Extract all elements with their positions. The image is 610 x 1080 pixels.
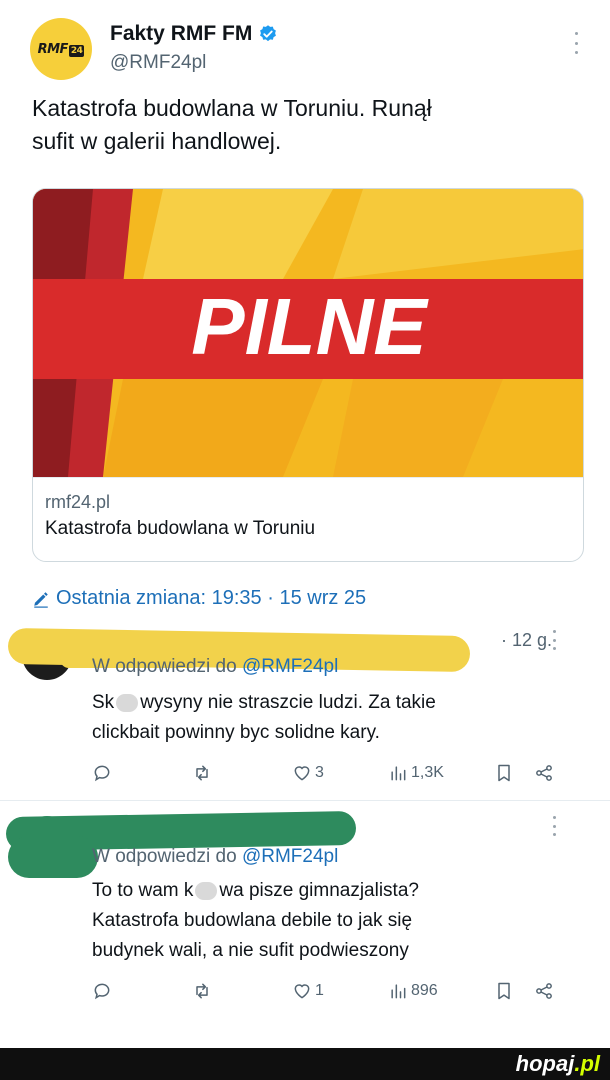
replying-to: W odpowiedzi do @RMF24pl — [92, 656, 339, 677]
like-count: 3 — [315, 764, 324, 781]
like-button[interactable]: 1 — [292, 976, 324, 1006]
heart-icon — [294, 984, 310, 999]
tweet-text-line: sufit w galerii handlowej. — [32, 128, 282, 154]
card-image: PILNE — [33, 189, 583, 477]
share-button[interactable] — [534, 976, 554, 1006]
more-options-icon[interactable] — [550, 816, 558, 836]
views-button[interactable]: 896 — [388, 976, 438, 1006]
heart-icon — [294, 766, 310, 781]
reply-tweet[interactable]: W odpowiedzi do @RMF24pl To to wam k wa p… — [0, 808, 610, 1008]
bookmark-icon — [498, 982, 510, 1000]
views-count: 1,3K — [411, 764, 444, 781]
reply-text: Sk wysyny nie straszcie ludzi. Za takie c… — [92, 688, 532, 748]
redaction-scribble — [8, 836, 98, 878]
censor-blur — [116, 693, 139, 712]
bookmark-button[interactable] — [494, 758, 514, 788]
retweet-button[interactable] — [192, 758, 212, 788]
like-count: 1 — [315, 982, 324, 999]
banner-text: PILNE — [191, 282, 429, 371]
mention-link[interactable]: @RMF24pl — [242, 656, 338, 677]
pencil-icon — [34, 591, 48, 608]
verified-badge-icon — [260, 25, 277, 42]
card-domain: rmf24.pl — [45, 492, 111, 512]
censor-blur — [195, 881, 218, 900]
share-icon — [536, 983, 552, 999]
views-button[interactable]: 1,3K — [388, 758, 444, 788]
tweet-header: RMF 24 Fakty RMF FM @RMF24pl — [30, 18, 590, 88]
bookmark-button[interactable] — [494, 976, 514, 1006]
rmf-logo: RMF 24 — [37, 41, 85, 57]
reply-button[interactable] — [92, 976, 112, 1006]
author-name-row: Fakty RMF FM — [110, 22, 278, 46]
card-title: Katastrofa budowlana w Toruniu — [45, 518, 316, 539]
reply-text-line: To to wam k wa pisze gimnazjalista? — [92, 880, 419, 901]
author-handle[interactable]: @RMF24pl — [110, 52, 206, 74]
edit-history-label: Ostatnia zmiana: 19:35 · 15 wrz 25 — [56, 587, 367, 609]
more-options-icon[interactable] — [570, 32, 582, 54]
reply-button[interactable] — [92, 758, 112, 788]
more-options-icon[interactable] — [550, 630, 558, 650]
mention-link[interactable]: @RMF24pl — [242, 846, 338, 867]
retweet-button[interactable] — [192, 976, 212, 1006]
views-count: 896 — [411, 982, 438, 999]
pilne-banner-graphic: PILNE — [33, 189, 583, 477]
reply-actions: 1 896 — [92, 976, 562, 1006]
reply-text-line: Sk wysyny nie straszcie ludzi. Za takie — [92, 692, 436, 713]
watermark-logo: hopaj.pl — [515, 1051, 600, 1076]
card-meta: rmf24.pl Katastrofa budowlana w Toruniu — [33, 477, 583, 561]
link-preview-card[interactable]: PILNE rmf24.pl Katastrofa budowlana w To… — [32, 188, 584, 562]
avatar[interactable]: RMF 24 — [30, 18, 92, 80]
share-icon — [536, 765, 552, 781]
tweet-text-line: Katastrofa budowlana w Toruniu. Runął — [32, 95, 432, 121]
watermark-bar: hopaj.pl — [0, 1048, 610, 1080]
retweet-icon — [196, 983, 208, 999]
edit-history-link[interactable]: Ostatnia zmiana: 19:35 · 15 wrz 25 — [32, 587, 366, 610]
reply-tweet[interactable]: · 12 g. W odpowiedzi do @RMF24pl Sk wysyn… — [0, 622, 610, 798]
bookmark-icon — [498, 764, 510, 782]
comment-icon — [94, 983, 110, 1000]
views-chart-icon — [391, 984, 406, 999]
reply-text: To to wam k wa pisze gimnazjalista? Katas… — [92, 876, 532, 966]
reply-text-line: budynek wali, a nie sufit podwieszony — [92, 940, 409, 961]
divider — [0, 800, 610, 801]
comment-icon — [94, 765, 110, 782]
display-name[interactable]: Fakty RMF FM — [110, 22, 252, 46]
like-button[interactable]: 3 — [292, 758, 324, 788]
tweet-text: Katastrofa budowlana w Toruniu. Runął su… — [32, 92, 552, 158]
replying-to: W odpowiedzi do @RMF24pl — [92, 846, 339, 867]
reply-text-line: Katastrofa budowlana debile to jak się — [92, 910, 413, 931]
reply-actions: 3 1,3K — [92, 758, 562, 788]
reply-text-line: clickbait powinny byc solidne kary. — [92, 722, 380, 743]
share-button[interactable] — [534, 758, 554, 788]
views-chart-icon — [391, 766, 406, 781]
reply-timestamp[interactable]: · 12 g. — [501, 630, 552, 651]
retweet-icon — [196, 765, 208, 781]
